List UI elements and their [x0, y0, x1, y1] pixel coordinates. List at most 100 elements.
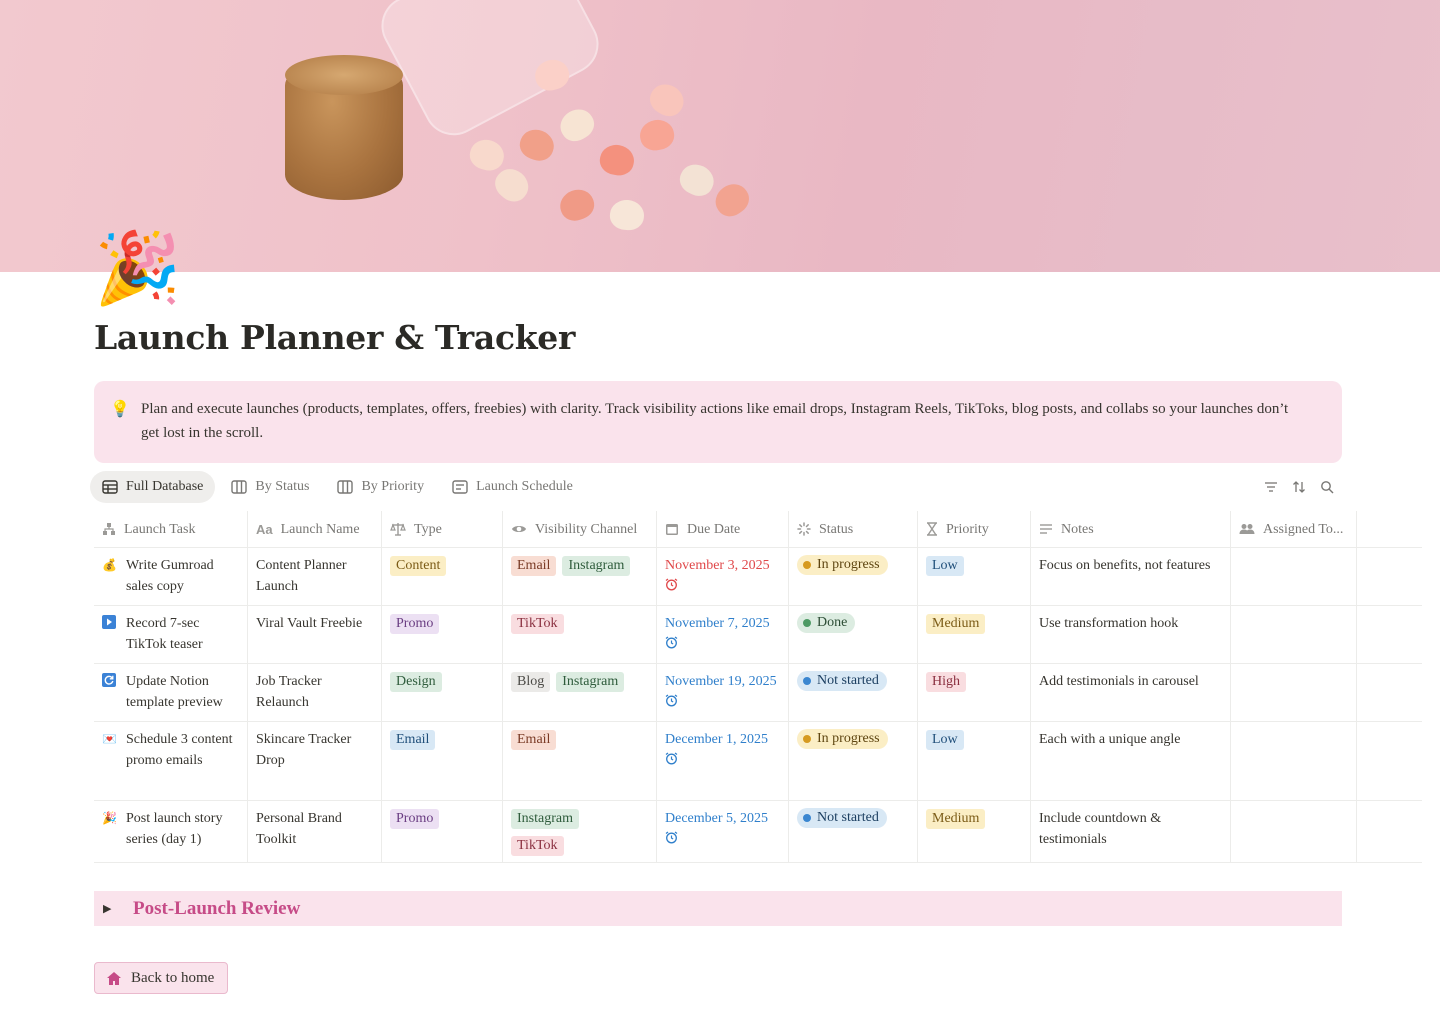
cell-status[interactable]: Not started — [789, 801, 918, 862]
cell-due-date[interactable]: December 5, 2025 — [657, 801, 789, 862]
table-row[interactable]: 🎉 Post launch story series (day 1) Perso… — [94, 801, 1422, 863]
cell-priority[interactable]: Low — [918, 722, 1031, 800]
candy-heart — [597, 142, 637, 178]
toggle-post-launch-review[interactable]: ▶ Post-Launch Review — [94, 891, 1342, 926]
cell-priority[interactable]: Low — [918, 548, 1031, 605]
cell-status[interactable]: In progress — [789, 722, 918, 800]
cell-type[interactable]: Content — [382, 548, 503, 605]
cell-launch-task[interactable]: Record 7-sec TikTok teaser — [94, 606, 248, 663]
hourglass-icon — [927, 522, 937, 536]
cell-type[interactable]: Promo — [382, 801, 503, 862]
due-date-text: November 7, 2025 — [665, 616, 770, 631]
back-to-home-button[interactable]: Back to home — [94, 962, 229, 994]
tab-label: By Status — [255, 479, 310, 494]
alarm-clock-icon — [665, 578, 678, 591]
cell-launch-task[interactable]: Update Notion template preview — [94, 664, 248, 721]
channel-tag: Instagram — [511, 809, 579, 829]
due-date-text: November 3, 2025 — [665, 558, 770, 573]
cell-launch-name[interactable]: Skincare Tracker Drop — [248, 722, 382, 800]
tab-by-status[interactable]: By Status — [219, 471, 321, 503]
column-header-visibility-channel[interactable]: Visibility Channel — [503, 511, 657, 547]
candy-heart — [644, 78, 690, 122]
column-header-assigned-to[interactable]: Assigned To... — [1231, 511, 1357, 547]
cell-launch-name[interactable]: Job Tracker Relaunch — [248, 664, 382, 721]
cell-visibility-channel[interactable]: Email — [503, 722, 657, 800]
cell-assigned-to[interactable] — [1231, 548, 1357, 605]
table-row[interactable]: 💌 Schedule 3 content promo emails Skinca… — [94, 722, 1422, 801]
cell-status[interactable]: In progress — [789, 548, 918, 605]
cell-priority[interactable]: High — [918, 664, 1031, 721]
candy-heart — [675, 159, 719, 201]
task-title: Record 7-sec TikTok teaser — [126, 616, 203, 652]
cell-notes[interactable]: Include countdown & testimonials — [1031, 801, 1231, 862]
column-header-launch-task[interactable]: Launch Task — [94, 511, 248, 547]
status-badge: In progress — [797, 729, 888, 749]
cell-assigned-to[interactable] — [1231, 801, 1357, 862]
table-row[interactable]: Update Notion template preview Job Track… — [94, 664, 1422, 722]
cell-launch-name[interactable]: Content Planner Launch — [248, 548, 382, 605]
search-icon[interactable] — [1318, 478, 1336, 496]
column-header-priority[interactable]: Priority — [918, 511, 1031, 547]
cell-launch-task[interactable]: 💌 Schedule 3 content promo emails — [94, 722, 248, 800]
column-header-empty — [1357, 511, 1422, 547]
cell-due-date[interactable]: December 1, 2025 — [657, 722, 789, 800]
page-title[interactable]: Launch Planner & Tracker — [94, 318, 575, 357]
filter-icon[interactable] — [1262, 478, 1280, 496]
cell-launch-task[interactable]: 💰 Write Gumroad sales copy — [94, 548, 248, 605]
cell-type[interactable]: Promo — [382, 606, 503, 663]
column-label: Status — [819, 521, 854, 537]
channel-tag: Instagram — [556, 672, 625, 692]
cell-visibility-channel[interactable]: TikTok — [503, 606, 657, 663]
cell-status[interactable]: Not started — [789, 664, 918, 721]
column-header-launch-name[interactable]: Aa Launch Name — [248, 511, 382, 547]
candy-heart — [608, 198, 646, 232]
tab-launch-schedule[interactable]: Launch Schedule — [440, 471, 585, 503]
cell-notes[interactable]: Focus on benefits, not features — [1031, 548, 1231, 605]
cell-assigned-to[interactable] — [1231, 664, 1357, 721]
column-header-notes[interactable]: Notes — [1031, 511, 1231, 547]
channel-tag: Instagram — [562, 556, 631, 576]
task-title: Schedule 3 content promo emails — [126, 732, 233, 768]
love-letter-icon: 💌 — [102, 732, 117, 746]
cell-notes[interactable]: Each with a unique angle — [1031, 722, 1231, 800]
cell-launch-name[interactable]: Personal Brand Toolkit — [248, 801, 382, 862]
sort-icon[interactable] — [1290, 478, 1308, 496]
toggle-triangle-icon[interactable]: ▶ — [103, 902, 121, 915]
tab-by-priority[interactable]: By Priority — [325, 471, 436, 503]
scale-icon — [390, 523, 406, 536]
cell-priority[interactable]: Medium — [918, 801, 1031, 862]
cell-type[interactable]: Design — [382, 664, 503, 721]
cell-launch-name[interactable]: Viral Vault Freebie — [248, 606, 382, 663]
cell-visibility-channel[interactable]: Instagram TikTok — [503, 801, 657, 862]
lightbulb-icon: 💡 — [110, 401, 130, 418]
calendar-icon — [666, 524, 678, 535]
table-row[interactable]: 💰 Write Gumroad sales copy Content Plann… — [94, 548, 1422, 606]
cell-visibility-channel[interactable]: Blog Instagram — [503, 664, 657, 721]
cell-due-date[interactable]: November 3, 2025 — [657, 548, 789, 605]
column-label: Launch Name — [280, 521, 360, 537]
channel-tag: Email — [511, 556, 557, 576]
cell-assigned-to[interactable] — [1231, 606, 1357, 663]
page-icon-party-popper[interactable]: 🎉 — [94, 230, 181, 310]
column-header-due-date[interactable]: Due Date — [657, 511, 789, 547]
cell-launch-task[interactable]: 🎉 Post launch story series (day 1) — [94, 801, 248, 862]
cell-due-date[interactable]: November 19, 2025 — [657, 664, 789, 721]
cell-notes[interactable]: Use transformation hook — [1031, 606, 1231, 663]
due-date-text: December 1, 2025 — [665, 732, 769, 747]
priority-tag: Medium — [926, 809, 986, 829]
callout-block[interactable]: 💡 Plan and execute launches (products, t… — [94, 381, 1342, 463]
cell-assigned-to[interactable] — [1231, 722, 1357, 800]
column-header-type[interactable]: Type — [382, 511, 503, 547]
column-label: Type — [414, 521, 442, 537]
tab-full-database[interactable]: Full Database — [90, 471, 216, 503]
cell-visibility-channel[interactable]: Email Instagram — [503, 548, 657, 605]
table-row[interactable]: Record 7-sec TikTok teaser Viral Vault F… — [94, 606, 1422, 664]
column-header-status[interactable]: Status — [789, 511, 918, 547]
cell-type[interactable]: Email — [382, 722, 503, 800]
cell-due-date[interactable]: November 7, 2025 — [657, 606, 789, 663]
task-title: Write Gumroad sales copy — [126, 558, 214, 594]
back-button-label: Back to home — [131, 969, 215, 986]
cell-priority[interactable]: Medium — [918, 606, 1031, 663]
cell-notes[interactable]: Add testimonials in carousel — [1031, 664, 1231, 721]
cell-status[interactable]: Done — [789, 606, 918, 663]
